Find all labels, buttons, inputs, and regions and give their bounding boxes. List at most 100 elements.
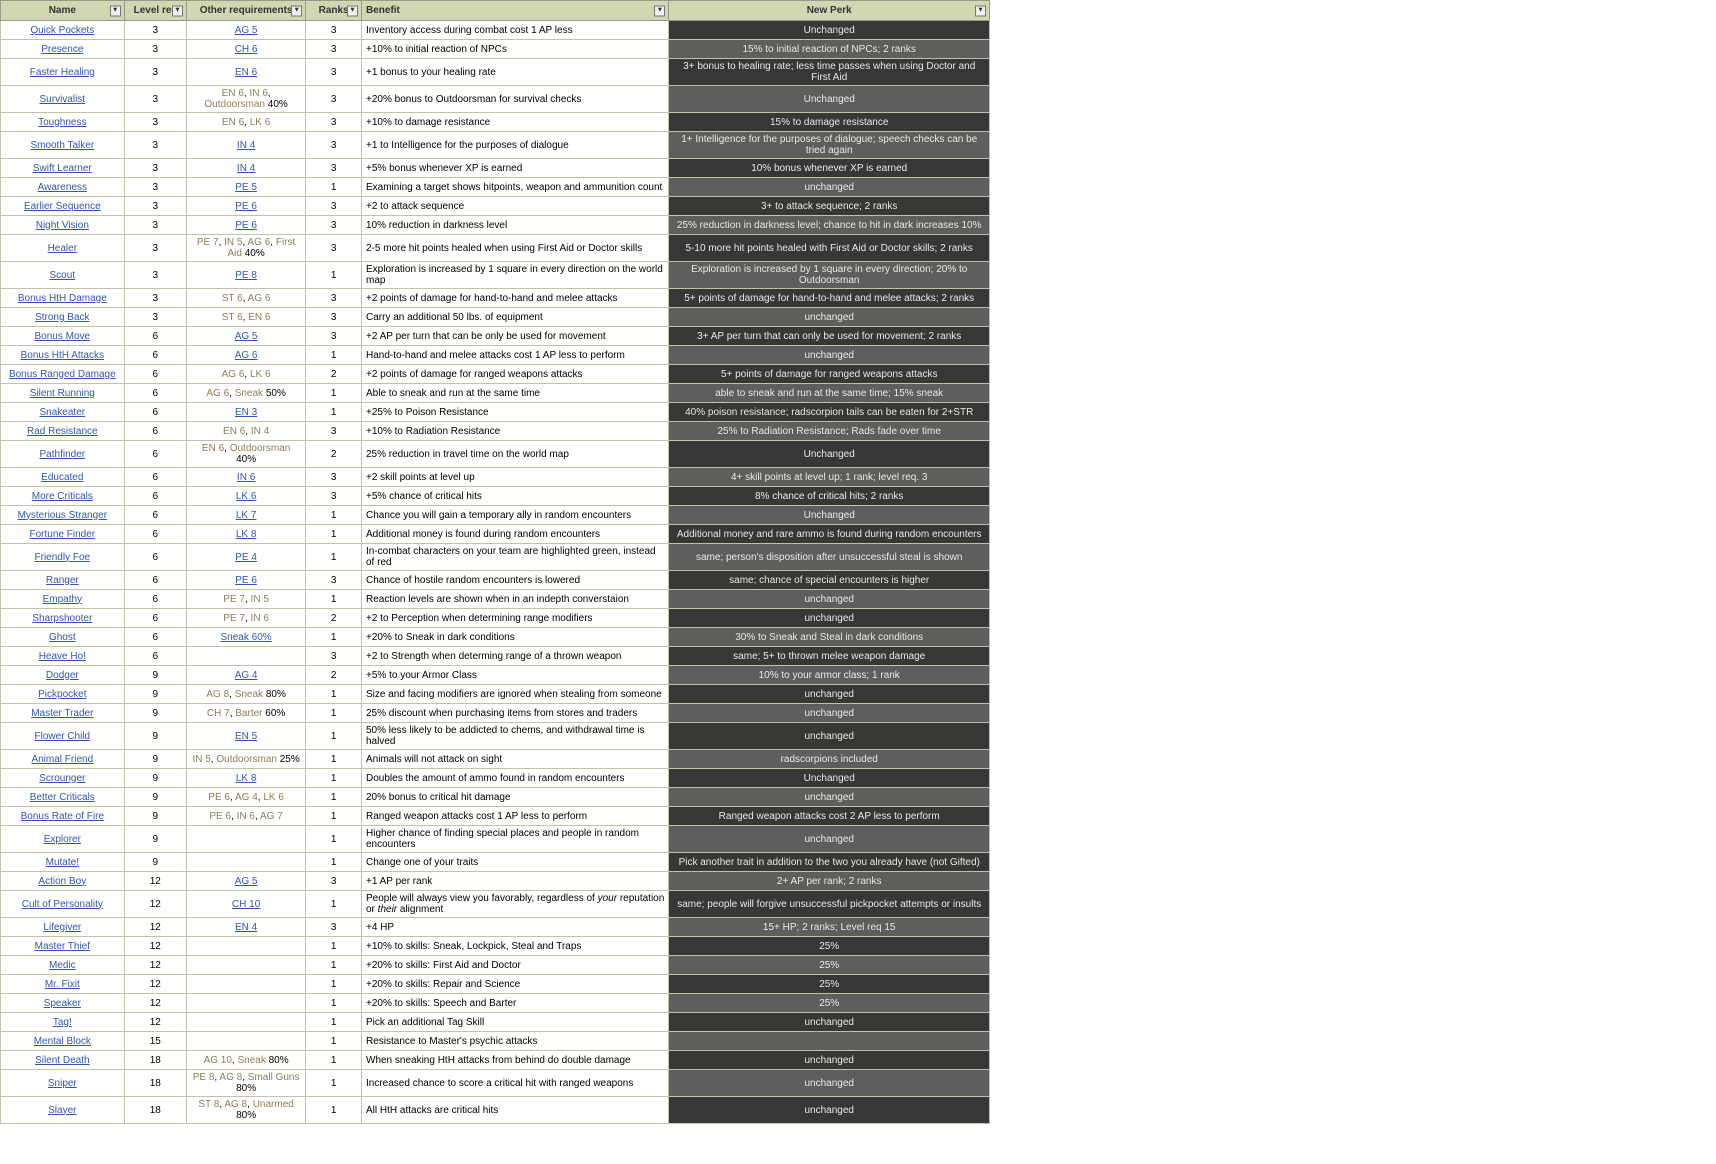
- perk-link[interactable]: Pickpocket: [38, 689, 86, 700]
- perk-link[interactable]: Flower Child: [35, 731, 91, 742]
- perk-link[interactable]: Sniper: [48, 1078, 77, 1089]
- header-name[interactable]: Name: [1, 1, 125, 21]
- requirement-text: AG 4: [235, 792, 258, 803]
- perk-link[interactable]: Presence: [41, 44, 83, 55]
- header-ranks[interactable]: Ranks: [306, 1, 362, 21]
- cell-ranks: 1: [306, 994, 362, 1013]
- perk-link[interactable]: Scout: [50, 270, 76, 281]
- perk-link[interactable]: Master Trader: [31, 708, 93, 719]
- perk-link[interactable]: Mysterious Stranger: [18, 510, 107, 521]
- requirement-link[interactable]: EN 5: [235, 731, 257, 742]
- perk-link[interactable]: Fortune Finder: [30, 529, 96, 540]
- requirement-link[interactable]: EN 4: [235, 922, 257, 933]
- perk-link[interactable]: Bonus Move: [35, 331, 91, 342]
- filter-icon[interactable]: [654, 5, 665, 16]
- cell-requirements: PE 6: [186, 571, 305, 590]
- perk-link[interactable]: Heave Ho!: [39, 651, 86, 662]
- perk-link[interactable]: Faster Healing: [30, 67, 95, 78]
- filter-icon[interactable]: [172, 5, 183, 16]
- filter-icon[interactable]: [291, 5, 302, 16]
- requirement-link[interactable]: EN 6: [235, 67, 257, 78]
- requirement-link[interactable]: IN 4: [237, 163, 255, 174]
- perk-link[interactable]: Speaker: [44, 998, 81, 1009]
- perk-link[interactable]: Educated: [41, 472, 83, 483]
- perk-link[interactable]: Survivalist: [40, 94, 86, 105]
- perk-link[interactable]: Silent Running: [30, 388, 95, 399]
- requirement-link[interactable]: LK 8: [236, 773, 257, 784]
- perk-link[interactable]: Empathy: [43, 594, 82, 605]
- filter-icon[interactable]: [110, 5, 121, 16]
- requirement-link[interactable]: CH 10: [232, 899, 260, 910]
- filter-icon[interactable]: [975, 5, 986, 16]
- requirement-link[interactable]: LK 8: [236, 529, 257, 540]
- requirement-link[interactable]: AG 5: [235, 25, 258, 36]
- header-requirements[interactable]: Other requirements: [186, 1, 305, 21]
- perk-link[interactable]: Lifegiver: [43, 922, 81, 933]
- perk-link[interactable]: Mental Block: [34, 1036, 91, 1047]
- requirement-link[interactable]: AG 5: [235, 876, 258, 887]
- perk-link[interactable]: Animal Friend: [31, 754, 93, 765]
- perk-link[interactable]: Earlier Sequence: [24, 201, 101, 212]
- perk-link[interactable]: Awareness: [38, 182, 87, 193]
- perk-link[interactable]: Master Thief: [35, 941, 90, 952]
- perk-link[interactable]: Bonus HtH Damage: [18, 293, 107, 304]
- perk-link[interactable]: Ranger: [46, 575, 79, 586]
- requirement-link[interactable]: EN 3: [235, 407, 257, 418]
- perk-link[interactable]: Action Boy: [38, 876, 86, 887]
- requirement-link[interactable]: LK 7: [236, 510, 257, 521]
- perk-link[interactable]: More Criticals: [32, 491, 93, 502]
- perk-link[interactable]: Tag!: [53, 1017, 72, 1028]
- perk-link[interactable]: Sharpshooter: [32, 613, 92, 624]
- requirement-link[interactable]: PE 6: [235, 220, 257, 231]
- perk-link[interactable]: Quick Pockets: [30, 25, 94, 36]
- requirement-link[interactable]: LK 6: [236, 491, 257, 502]
- perk-link[interactable]: Night Vision: [36, 220, 89, 231]
- perk-link[interactable]: Toughness: [38, 117, 86, 128]
- requirement-link[interactable]: AG 4: [235, 670, 258, 681]
- perk-link[interactable]: Rad Resistance: [27, 426, 98, 437]
- perk-link[interactable]: Scrounger: [39, 773, 85, 784]
- perk-link[interactable]: Cult of Personality: [22, 899, 103, 910]
- requirement-link[interactable]: AG 5: [235, 331, 258, 342]
- cell-new-perk: radscorpions included: [669, 750, 990, 769]
- filter-icon[interactable]: [347, 5, 358, 16]
- perk-link[interactable]: Pathfinder: [40, 449, 86, 460]
- perk-link[interactable]: Swift Learner: [33, 163, 92, 174]
- requirement-text: LK 6: [250, 369, 271, 380]
- perk-link[interactable]: Healer: [48, 243, 77, 254]
- perk-link[interactable]: Dodger: [46, 670, 79, 681]
- header-level[interactable]: Level rec: [124, 1, 186, 21]
- header-benefit[interactable]: Benefit: [362, 1, 669, 21]
- perk-link[interactable]: Ghost: [49, 632, 76, 643]
- perk-link[interactable]: Mutate!: [46, 857, 79, 868]
- perk-link[interactable]: Explorer: [44, 834, 81, 845]
- perk-link[interactable]: Smooth Talker: [30, 140, 94, 151]
- cell-new-perk: unchanged: [669, 723, 990, 750]
- requirement-link[interactable]: PE 8: [235, 270, 257, 281]
- perk-link[interactable]: Snakeater: [40, 407, 86, 418]
- cell-benefit: +2 points of damage for hand-to-hand and…: [362, 289, 669, 308]
- perk-link[interactable]: Silent Death: [35, 1055, 89, 1066]
- requirement-link[interactable]: AG 6: [235, 350, 258, 361]
- cell-ranks: 3: [306, 21, 362, 40]
- header-new-perk[interactable]: New Perk: [669, 1, 990, 21]
- requirement-link[interactable]: PE 6: [235, 575, 257, 586]
- perk-link[interactable]: Bonus Rate of Fire: [21, 811, 104, 822]
- table-row: Medic121+20% to skills: First Aid and Do…: [1, 956, 990, 975]
- perk-link[interactable]: Bonus Ranged Damage: [9, 369, 116, 380]
- perk-link[interactable]: Strong Back: [35, 312, 89, 323]
- perk-link[interactable]: Friendly Foe: [35, 552, 91, 563]
- requirement-link[interactable]: PE 5: [235, 182, 257, 193]
- perk-link[interactable]: Mr. Fixit: [45, 979, 80, 990]
- perk-link[interactable]: Slayer: [48, 1105, 76, 1116]
- requirement-link[interactable]: IN 6: [237, 472, 255, 483]
- requirement-link[interactable]: IN 4: [237, 140, 255, 151]
- perk-link[interactable]: Better Criticals: [30, 792, 95, 803]
- requirement-link[interactable]: Sneak 60%: [221, 632, 272, 643]
- requirement-link[interactable]: PE 4: [235, 552, 257, 563]
- cell-ranks: 3: [306, 86, 362, 113]
- requirement-link[interactable]: CH 6: [235, 44, 258, 55]
- perk-link[interactable]: Bonus HtH Attacks: [21, 350, 104, 361]
- requirement-link[interactable]: PE 6: [235, 201, 257, 212]
- perk-link[interactable]: Medic: [49, 960, 76, 971]
